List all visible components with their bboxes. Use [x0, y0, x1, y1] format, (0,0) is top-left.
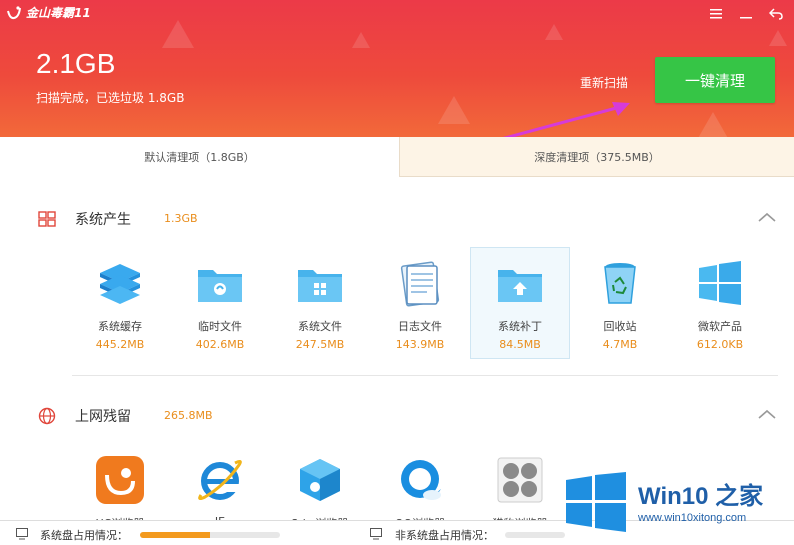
decor-triangle [697, 112, 729, 137]
section-divider [72, 375, 778, 376]
section-size: 1.3GB [164, 212, 198, 225]
watermark: Win10 之家 www.win10xitong.com [560, 470, 792, 534]
monitor-icon [16, 528, 28, 540]
item-size: 143.9MB [395, 338, 445, 351]
app-window: 金山毒霸11 2.1GB 扫描完成，已选垃圾 1.8GB 重新扫描 一键清理 默… [0, 0, 794, 545]
item-system-patch[interactable]: 系统补丁 84.5MB [470, 247, 570, 359]
item-size: 402.6MB [195, 338, 245, 351]
other-disk-label: 非系统盘占用情况： [395, 529, 494, 542]
decor-triangle [352, 32, 370, 48]
item-temp-files[interactable]: 临时文件 402.6MB [170, 247, 270, 359]
win10-logo-icon [566, 472, 626, 532]
clean-tabs: 默认清理项（1.8GB） 深度清理项（375.5MB） [0, 137, 794, 177]
item-name: 临时文件 [198, 320, 242, 333]
decor-triangle [545, 24, 563, 40]
temp-folder-icon [198, 270, 242, 302]
other-disk-bar [505, 532, 565, 538]
monitor-icon [370, 528, 382, 540]
header-banner: 金山毒霸11 2.1GB 扫描完成，已选垃圾 1.8GB 重新扫描 一键清理 [0, 0, 794, 137]
item-system-files[interactable]: 系统文件 247.5MB [270, 247, 370, 359]
app-title: 金山毒霸11 [26, 6, 91, 20]
duba-logo-icon [7, 5, 21, 19]
item-name: 日志文件 [398, 320, 442, 333]
section-size: 265.8MB [164, 409, 213, 422]
section-title: 系统产生 [75, 212, 131, 228]
item-name: 回收站 [603, 320, 637, 333]
cheetah-browser-icon [497, 457, 543, 503]
collapse-chevron-icon[interactable] [756, 406, 778, 422]
item-size: 247.5MB [295, 338, 345, 351]
patch-folder-icon [498, 270, 542, 302]
one-click-clean-button[interactable]: 一键清理 [655, 57, 775, 103]
scan-total-size: 2.1GB [36, 48, 116, 79]
rescan-link[interactable]: 重新扫描 [580, 74, 628, 91]
window-controls [704, 4, 788, 24]
system-disk-bar [140, 532, 280, 538]
notepad-icon [400, 261, 440, 307]
item-name: 系统补丁 [498, 320, 542, 333]
watermark-brand: Win10 之家 [638, 483, 764, 510]
watermark-url: www.win10xitong.com [638, 512, 747, 524]
app-logo: 金山毒霸11 [6, 4, 91, 21]
menu-icon[interactable] [704, 4, 728, 24]
system-folder-icon [298, 270, 342, 302]
item-size: 445.2MB [95, 338, 145, 351]
back-icon[interactable] [764, 4, 788, 24]
section-web-residue: 上网残留 265.8MB [0, 400, 794, 430]
item-size: 4.7MB [602, 338, 638, 351]
qq-browser-icon [401, 460, 441, 500]
item-recycle-bin[interactable]: 回收站 4.7MB [570, 247, 670, 359]
ie-icon [198, 459, 242, 501]
uc-browser-icon [96, 456, 144, 504]
tab-deep-clean[interactable]: 深度清理项（375.5MB） [399, 137, 794, 177]
collapse-chevron-icon[interactable] [756, 209, 778, 225]
item-microsoft-products[interactable]: 微软产品 612.0KB [670, 247, 770, 359]
system-disk-label: 系统盘占用情况： [40, 529, 128, 542]
system-items: 系统缓存 445.2MB 临时文件 402.6MB 系统文件 247.5MB 日… [70, 247, 770, 359]
item-log-files[interactable]: 日志文件 143.9MB [370, 247, 470, 359]
system-disk-bar-fill [140, 532, 210, 538]
item-name: 系统缓存 [98, 320, 142, 333]
scan-status-text: 扫描完成，已选垃圾 1.8GB [36, 91, 185, 105]
item-size: 84.5MB [499, 338, 541, 351]
decor-triangle [438, 96, 470, 124]
stack-icon [100, 264, 140, 304]
recycle-bin-icon [604, 263, 636, 304]
windows-logo-icon [38, 211, 56, 227]
decor-triangle [769, 30, 787, 46]
decor-triangle [162, 20, 194, 48]
minimize-icon[interactable] [734, 4, 758, 24]
item-name: 微软产品 [698, 320, 742, 333]
cube-browser-icon [300, 459, 340, 501]
windows-tile-icon [699, 261, 741, 305]
tab-default-clean[interactable]: 默认清理项（1.8GB） [0, 137, 399, 177]
item-system-cache[interactable]: 系统缓存 445.2MB [70, 247, 170, 359]
section-title: 上网残留 [75, 409, 131, 425]
item-name: 系统文件 [298, 320, 342, 333]
section-system: 系统产生 1.3GB [0, 203, 794, 233]
item-size: 612.0KB [696, 338, 744, 351]
globe-icon [38, 407, 56, 425]
